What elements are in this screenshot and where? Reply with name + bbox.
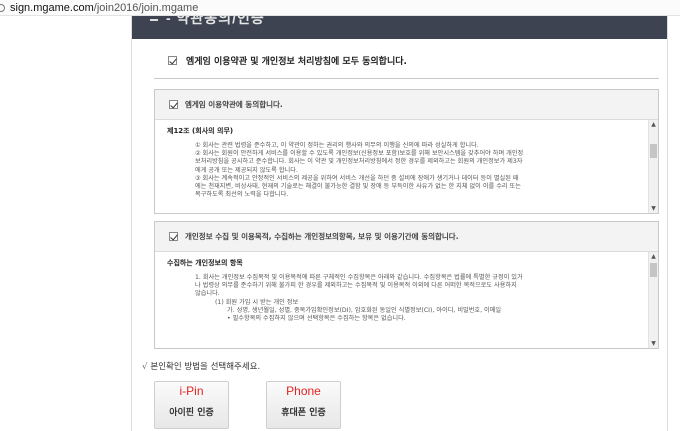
ipin-verify-button[interactable]: i-Pin 아이핀 인증 [154, 381, 229, 429]
phone-verify-button[interactable]: Phone 휴대폰 인증 [266, 381, 341, 429]
privacy-sub-item: (1) 회원 가입 시 받는 개인 정보 [215, 298, 299, 306]
terms-scrollbar[interactable]: ▲ ▼ [648, 120, 658, 213]
page-content: - 약관동의/인증 엠게임 이용약관 및 개인정보 처리방침에 모두 동의합니다… [131, 16, 668, 431]
scroll-up-icon[interactable]: ▲ [649, 120, 658, 129]
verification-prompt: √ 본인확인 방법을 선택해주세요. [142, 360, 260, 372]
scroll-thumb[interactable] [650, 144, 657, 158]
terms-line: 보처리방침을 공시하고 준수합니다. 회사는 이 약관 및 개인정보처리방침에서… [195, 158, 523, 166]
url-text[interactable]: sign.mgame.com/join2016/join.mgame [10, 2, 198, 14]
check-mark-icon: √ [142, 362, 148, 372]
address-bar[interactable]: sign.mgame.com/join2016/join.mgame [0, 0, 680, 16]
terms-line: 에는 천재지변, 비상사태, 현재의 기술로는 해결이 불가능한 결함 및 장애… [195, 183, 521, 191]
terms-line: ① 회사는 관련 법령을 준수하고, 이 약관이 정하는 권리의 행사와 의무의… [195, 142, 479, 149]
terms-section-title: 제12조 (회사의 의무) [167, 127, 234, 135]
url-domain: sign.mgame.com [10, 1, 94, 14]
agree-all-label[interactable]: 엠게임 이용약관 및 개인정보 처리방침에 모두 동의합니다. [186, 54, 407, 67]
section-header-band: - 약관동의/인증 [132, 16, 667, 39]
ipin-button-label: 아이핀 인증 [169, 408, 214, 418]
section-title: - 약관동의/인증 [166, 16, 265, 26]
terms-checkbox[interactable] [169, 100, 178, 109]
terms-text-area[interactable]: 제12조 (회사의 의무) ① 회사는 관련 법령을 준수하고, 이 약관이 정… [155, 120, 648, 213]
agree-all-row[interactable]: 엠게임 이용약관 및 개인정보 처리방침에 모두 동의합니다. [168, 54, 407, 67]
scroll-down-icon[interactable]: ▼ [649, 204, 658, 213]
terms-box-header[interactable]: 엠게임 이용약관에 동의합니다. [155, 90, 658, 120]
privacy-line: 나 법령상 의무를 준수하기 위해 불가피 한 경우를 제외하고는 수집목적 및… [195, 282, 517, 290]
privacy-scrollbar[interactable]: ▲ ▼ [648, 252, 658, 348]
scroll-up-icon[interactable]: ▲ [649, 252, 658, 261]
privacy-sub-line: 가. 성명, 생년월일, 성별, 중복가입확인정보(DI), 암호화된 동일인 … [227, 306, 502, 314]
privacy-box: 개인정보 수집 및 이용목적, 수집하는 개인정보의항목, 보유 및 이용기간에… [154, 221, 659, 349]
verification-prompt-text: 본인확인 방법을 선택해주세요. [150, 362, 261, 372]
phone-tag: Phone [286, 384, 321, 398]
privacy-line: 1. 회사는 개인정보 수집목적 및 이용목적에 따른 구체적인 수집항목은 아… [195, 274, 523, 281]
agree-all-checkbox[interactable] [168, 56, 177, 65]
privacy-label[interactable]: 개인정보 수집 및 이용목적, 수집하는 개인정보의항목, 보유 및 이용기간에… [185, 231, 459, 242]
ipin-tag: i-Pin [179, 384, 204, 398]
privacy-checkbox[interactable] [169, 232, 178, 241]
privacy-text-area[interactable]: 수집하는 개인정보의 항목 1. 회사는 개인정보 수집목적 및 이용목적에 따… [155, 252, 648, 348]
terms-box: 엠게임 이용약관에 동의합니다. 제12조 (회사의 의무) ① 회사는 관련 … [154, 89, 659, 214]
privacy-line: 않습니다. [195, 290, 220, 298]
site-info-icon[interactable] [0, 3, 5, 12]
url-path: /join2016/join.mgame [93, 1, 199, 14]
terms-line: 복구하도록 최선의 노력을 다합니다. [195, 191, 289, 199]
terms-label[interactable]: 엠게임 이용약관에 동의합니다. [185, 99, 283, 110]
divider [154, 78, 659, 79]
phone-button-label: 휴대폰 인증 [281, 408, 326, 418]
scroll-thumb[interactable] [650, 263, 657, 277]
privacy-sub-line: • 필수항목의 수집하지 않으며 선택항목은 수집하는 항목은 없습니다. [227, 315, 406, 323]
privacy-box-header[interactable]: 개인정보 수집 및 이용목적, 수집하는 개인정보의항목, 보유 및 이용기간에… [155, 222, 658, 252]
terms-line: ③ 회사는 계속적이고 안정적인 서비스의 제공을 위하여 서비스 개선을 하던… [195, 174, 519, 182]
terms-line: 에게 공개 또는 제공되지 않도록 합니다. [195, 166, 298, 174]
privacy-section-title: 수집하는 개인정보의 항목 [167, 259, 243, 267]
scroll-down-icon[interactable]: ▼ [649, 339, 658, 348]
header-dash [150, 19, 158, 21]
